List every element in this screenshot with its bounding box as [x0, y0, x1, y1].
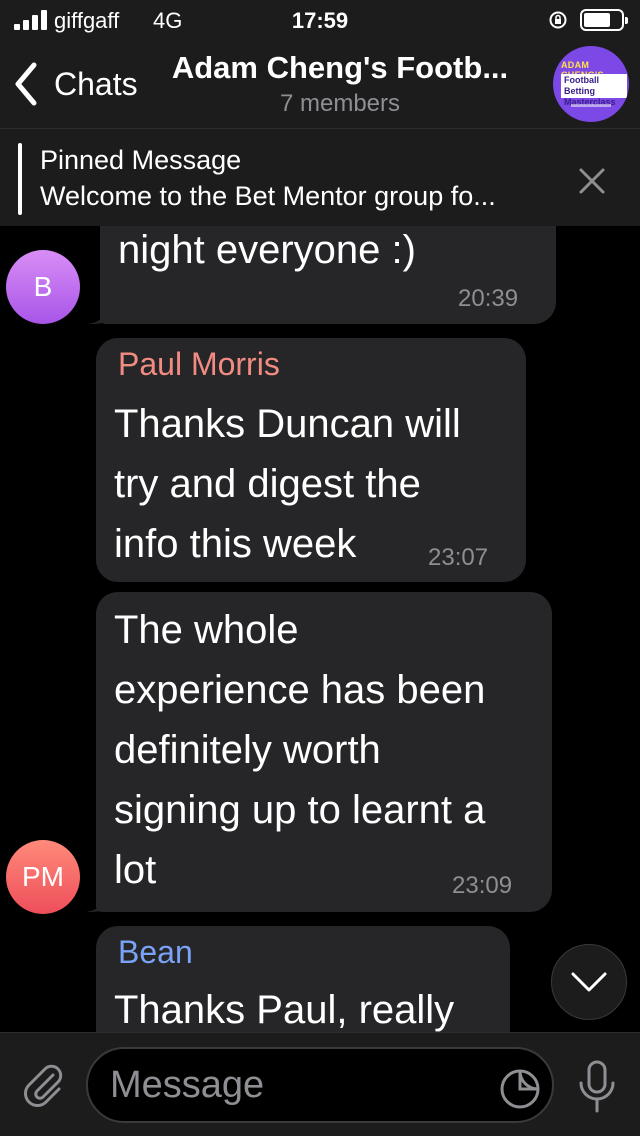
message-bubble[interactable]: The whole experience has been definitely…	[96, 592, 552, 912]
message-text: Thanks Duncan will try and digest the in…	[114, 394, 461, 574]
avatar[interactable]: B	[6, 250, 80, 324]
sender-name: Paul Morris	[118, 346, 280, 382]
bubble-tail	[88, 302, 108, 324]
message-time: 23:07	[428, 544, 489, 571]
sender-name: Bean	[118, 934, 193, 970]
message-time: 20:39	[458, 285, 519, 312]
chevron-down-icon	[571, 972, 607, 992]
chat-header: Chats Adam Cheng's Footb... 7 members AD…	[0, 40, 640, 128]
message-line: lot	[114, 848, 157, 892]
rotation-lock-icon	[549, 11, 567, 29]
clock: 17:59	[291, 8, 349, 33]
message-input[interactable]	[86, 1047, 554, 1123]
message-bubble[interactable]: Paul Morris Thanks Duncan will try and d…	[96, 338, 526, 582]
battery-icon	[580, 9, 628, 31]
message-line: The whole	[114, 608, 299, 652]
pinned-indicator-bar	[18, 143, 22, 215]
avatar[interactable]: PM	[6, 840, 80, 914]
chat-title: Adam Cheng's Footb...	[171, 50, 509, 85]
message-line: definitely worth	[114, 728, 381, 772]
chat-title-area[interactable]: Adam Cheng's Footb... 7 members	[150, 50, 530, 118]
pinned-message[interactable]: Pinned Message Welcome to the Bet Mentor…	[0, 128, 640, 226]
group-avatar-box-text: Football Betting Masterclass	[561, 74, 627, 107]
message-input-bar	[0, 1032, 640, 1136]
bubble-tail	[86, 890, 106, 912]
paperclip-icon[interactable]	[20, 1061, 66, 1107]
avatar-initials: B	[33, 271, 53, 302]
message-bubble[interactable]: night everyone :) 20:39	[100, 226, 556, 324]
status-bar: giffgaff 4G 17:59	[0, 0, 640, 40]
message-time: 23:09	[452, 872, 513, 899]
avatar-initials: PM	[22, 861, 64, 892]
scroll-to-bottom-button[interactable]	[551, 944, 627, 1020]
message-bubble[interactable]: Bean Thanks Paul, really	[96, 926, 510, 1032]
pinned-title: Pinned Message	[40, 145, 242, 175]
sticker-icon[interactable]	[498, 1067, 542, 1111]
group-avatar-decoration	[571, 104, 611, 107]
message-line: try and digest the	[114, 462, 421, 506]
message-line: info this week	[114, 522, 357, 566]
message-line: signing up to learnt a	[114, 788, 486, 832]
member-count: 7 members	[279, 90, 401, 117]
back-button[interactable]: Chats	[12, 60, 138, 108]
chevron-left-icon	[15, 62, 37, 106]
message-list[interactable]: night everyone :) 20:39 B Paul Morris Th…	[0, 226, 640, 1032]
group-avatar[interactable]: ADAM CHENG'S Football Betting Masterclas…	[553, 46, 629, 122]
close-icon[interactable]	[574, 163, 610, 199]
microphone-icon[interactable]	[574, 1059, 620, 1115]
pinned-text: Welcome to the Bet Mentor group fo...	[40, 181, 496, 211]
message-text: night everyone :)	[118, 228, 416, 272]
message-line: Thanks Duncan will	[114, 402, 461, 446]
back-label: Chats	[54, 65, 138, 102]
message-text: The whole experience has been definitely…	[114, 600, 485, 900]
message-text: Thanks Paul, really	[114, 988, 455, 1032]
message-line: experience has been	[114, 668, 486, 712]
